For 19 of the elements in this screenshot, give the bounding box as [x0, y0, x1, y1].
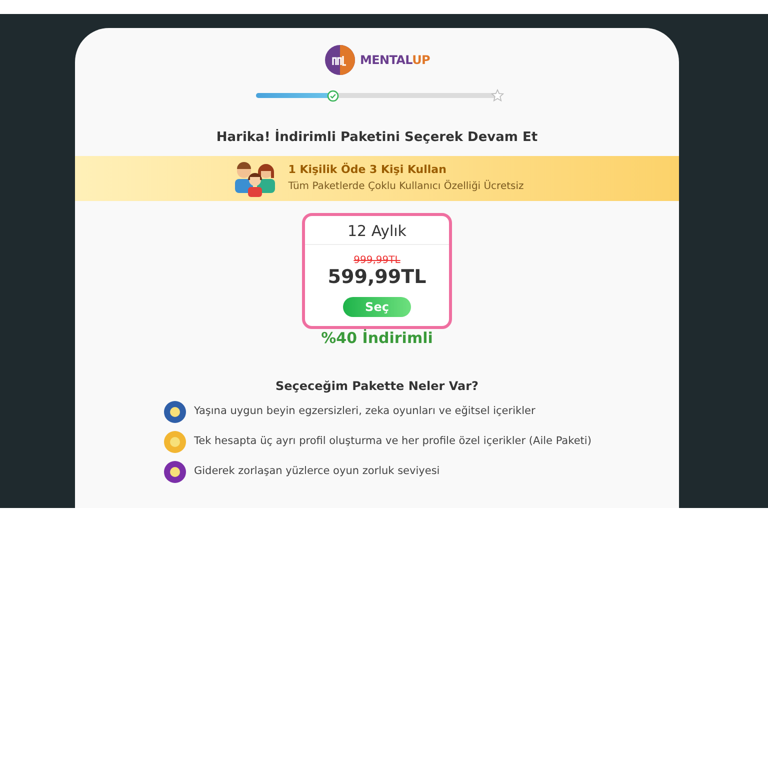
- feature-icon: [164, 401, 186, 424]
- feature-icon: [164, 431, 186, 454]
- brain-logo-icon: [324, 44, 356, 76]
- feature-text: Giderek zorlaşan yüzlerce oyun zorluk seviyesi: [194, 464, 440, 480]
- feature-text: Tek hesapta üç ayrı profil oluşturma ve her profile özel içerikler (Aile Paketi): [194, 434, 592, 450]
- logo-text: MENTALUP: [360, 52, 430, 69]
- page-heading: Harika! İndirimli Paketini Seçerek Devam Et: [216, 128, 538, 147]
- feature-text: Yaşına uygun beyin egzersizleri, zeka oyunları ve eğitsel içerikler: [194, 404, 536, 420]
- feature-icon: [164, 461, 186, 484]
- check-icon: [327, 90, 340, 102]
- features-heading: Seçeceğim Pakette Neler Var?: [276, 378, 478, 396]
- plan-name: 12 Aylık: [305, 216, 449, 244]
- promo-title: 1 Kişilik Öde 3 Kişi Kullan: [288, 162, 448, 178]
- price: 599,99TL: [328, 266, 426, 288]
- discount-label: %40 İndirimli: [321, 329, 433, 348]
- old-price: 999,99TL: [354, 254, 400, 266]
- select-button[interactable]: Seç: [343, 297, 411, 318]
- star-icon: [491, 89, 504, 102]
- promo-subtitle: Tüm Paketlerde Çoklu Kullanıcı Özelliği Ücretsiz: [288, 178, 524, 194]
